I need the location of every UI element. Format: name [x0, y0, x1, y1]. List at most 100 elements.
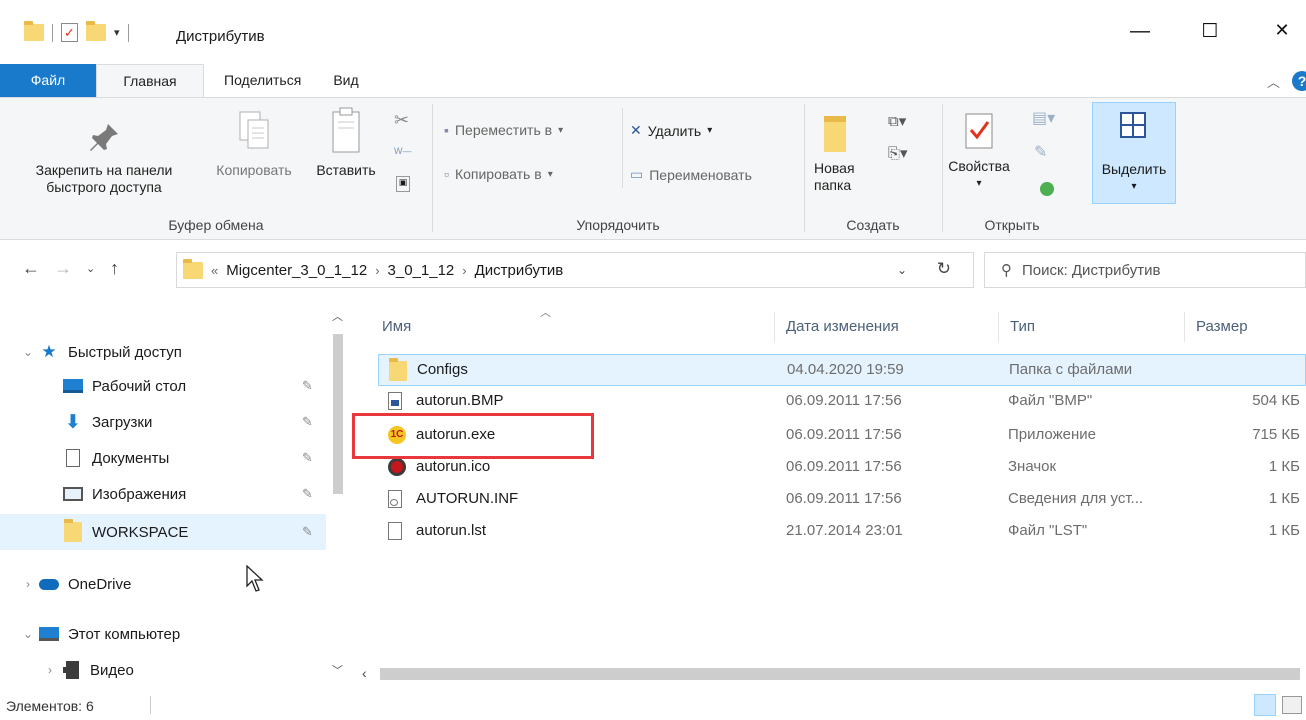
- pin-icon[interactable]: ✎: [302, 486, 313, 502]
- nav-onedrive[interactable]: › OneDrive: [0, 566, 326, 602]
- close-button[interactable]: ✕: [1262, 20, 1302, 41]
- table-row[interactable]: AUTORUN.INF 06.09.2011 17:56 Сведения дл…: [378, 484, 1306, 516]
- properties-icon[interactable]: ✓: [61, 23, 78, 42]
- select-button[interactable]: Выделить ▾: [1092, 102, 1176, 204]
- open-icon[interactable]: ▤▾: [1032, 108, 1055, 128]
- pin-to-quick-access-button[interactable]: Закрепить на панели быстрого доступа: [6, 120, 202, 196]
- collapse-ribbon-icon[interactable]: ︿: [1267, 72, 1280, 91]
- tab-share[interactable]: Поделиться: [204, 64, 321, 98]
- refresh-icon[interactable]: ↻: [937, 259, 951, 279]
- column-divider[interactable]: [774, 312, 775, 342]
- breadcrumb-item[interactable]: 3_0_1_12: [388, 262, 455, 279]
- paste-shortcut-icon[interactable]: ▣: [396, 176, 410, 192]
- ribbon-tabs: Файл Главная Поделиться Вид: [0, 64, 1306, 98]
- rename-button[interactable]: ▭ Переименовать: [630, 166, 752, 183]
- chevron-right-icon[interactable]: ›: [18, 577, 38, 591]
- scroll-down-icon[interactable]: ﹀: [332, 662, 343, 678]
- nav-documents[interactable]: Документы ✎: [0, 440, 326, 476]
- column-header-date[interactable]: Дата изменения: [786, 318, 899, 335]
- new-folder-button[interactable]: Новая папка: [814, 110, 870, 194]
- customize-toolbar-dropdown-icon[interactable]: ▾: [114, 26, 120, 39]
- address-bar[interactable]: « Migcenter_3_0_1_12 › 3_0_1_12 › Дистри…: [176, 252, 974, 288]
- breadcrumb-overflow[interactable]: «: [211, 263, 218, 278]
- paste-button[interactable]: Вставить: [306, 106, 386, 179]
- new-folder-icon[interactable]: [86, 21, 106, 41]
- chevron-right-icon[interactable]: ›: [462, 263, 466, 278]
- file-name: autorun.lst: [416, 522, 487, 539]
- chevron-right-icon[interactable]: ›: [375, 263, 379, 278]
- column-divider[interactable]: [1184, 312, 1185, 342]
- chevron-down-icon: ▾: [547, 168, 553, 180]
- properties-button[interactable]: Свойства ▾: [946, 110, 1012, 192]
- new-item-icon[interactable]: ⧉▾: [888, 112, 906, 130]
- copy-button[interactable]: Копировать: [204, 108, 304, 179]
- chevron-down-icon: ▾: [707, 125, 713, 136]
- easy-access-icon[interactable]: ⎘▾: [888, 144, 908, 162]
- organize-group-label: Упорядочить: [576, 217, 660, 233]
- downloads-icon: ⬇: [65, 411, 81, 433]
- select-label: Выделить: [1101, 161, 1167, 177]
- column-header-type[interactable]: Тип: [1010, 318, 1035, 335]
- scroll-up-icon[interactable]: ︿: [332, 308, 343, 324]
- breadcrumb-item[interactable]: Дистрибутив: [475, 262, 564, 279]
- nav-workspace[interactable]: WORKSPACE ✎: [0, 514, 326, 550]
- cut-icon[interactable]: ✂: [394, 110, 409, 131]
- pin-icon[interactable]: ✎: [302, 524, 313, 540]
- scrollbar-thumb[interactable]: [380, 668, 1300, 680]
- back-arrow-icon[interactable]: ←: [22, 258, 40, 279]
- pin-icon[interactable]: ✎: [302, 378, 313, 394]
- tab-view[interactable]: Вид: [321, 64, 370, 98]
- edit-icon[interactable]: ✎: [1034, 142, 1047, 162]
- copy-to-button[interactable]: ▫ Копировать в ▾: [444, 166, 553, 182]
- history-icon[interactable]: [1040, 182, 1054, 196]
- properties-label: Свойства: [948, 158, 1010, 174]
- nav-label: Документы: [92, 449, 170, 467]
- minimize-button[interactable]: —: [1120, 20, 1160, 43]
- up-arrow-icon[interactable]: ↑: [110, 258, 119, 279]
- large-icons-view-icon[interactable]: [1282, 696, 1302, 714]
- chevron-right-icon[interactable]: ›: [40, 663, 60, 677]
- recent-locations-icon[interactable]: ⌄: [86, 262, 95, 275]
- copy-to-label: Копировать в: [454, 166, 542, 182]
- copy-path-icon[interactable]: W—: [394, 146, 412, 156]
- file-list-horizontal-scrollbar[interactable]: ‹: [350, 663, 1306, 685]
- column-header-name[interactable]: Имя: [382, 318, 411, 335]
- file-list: ︿ Имя Дата изменения Тип Размер Configs …: [350, 300, 1306, 660]
- move-to-button[interactable]: ▪ Переместить в ▾: [444, 122, 563, 138]
- scrollbar-thumb[interactable]: [333, 334, 343, 494]
- address-history-dropdown-icon[interactable]: ⌄: [897, 263, 907, 277]
- star-icon: ★: [41, 342, 57, 361]
- nav-downloads[interactable]: ⬇ Загрузки ✎: [0, 404, 326, 440]
- scroll-left-icon[interactable]: ‹: [362, 665, 367, 681]
- pin-icon[interactable]: ✎: [302, 450, 313, 466]
- nav-label: Видео: [90, 661, 134, 679]
- maximize-button[interactable]: ☐: [1190, 20, 1230, 43]
- folder-icon[interactable]: [24, 21, 44, 41]
- search-input[interactable]: ⚲ Поиск: Дистрибутив: [984, 252, 1306, 288]
- table-row[interactable]: Configs 04.04.2020 19:59 Папка с файлами: [378, 354, 1306, 386]
- nav-pane-scrollbar[interactable]: ︿ ﹀: [328, 300, 348, 680]
- move-to-label: Переместить в: [454, 122, 553, 138]
- chevron-down-icon[interactable]: ⌄: [18, 627, 38, 641]
- nav-this-pc[interactable]: ⌄ Этот компьютер: [0, 616, 326, 652]
- help-icon[interactable]: ?: [1292, 71, 1306, 91]
- column-divider[interactable]: [998, 312, 999, 342]
- delete-label: Удалить: [647, 122, 702, 139]
- nav-pictures[interactable]: Изображения ✎: [0, 476, 326, 512]
- tab-file[interactable]: Файл: [0, 64, 96, 98]
- nav-label: Рабочий стол: [92, 377, 187, 395]
- file-type: Файл "BMP": [1008, 392, 1093, 409]
- pin-icon[interactable]: ✎: [302, 414, 313, 430]
- chevron-down-icon[interactable]: ⌄: [18, 345, 38, 359]
- delete-button[interactable]: ✕ Удалить ▾: [630, 122, 712, 139]
- nav-desktop[interactable]: Рабочий стол ✎: [0, 368, 326, 404]
- table-row[interactable]: autorun.lst 21.07.2014 23:01 Файл "LST" …: [378, 516, 1306, 548]
- tab-home[interactable]: Главная: [96, 64, 204, 98]
- forward-arrow-icon[interactable]: →: [54, 258, 72, 279]
- nav-videos[interactable]: › Видео: [0, 652, 326, 688]
- column-header-size[interactable]: Размер: [1196, 318, 1248, 335]
- breadcrumb-item[interactable]: Migcenter_3_0_1_12: [226, 262, 367, 279]
- details-view-icon[interactable]: [1254, 694, 1276, 716]
- nav-quick-access[interactable]: ⌄ ★ Быстрый доступ: [0, 334, 326, 370]
- pin-icon: [90, 124, 118, 151]
